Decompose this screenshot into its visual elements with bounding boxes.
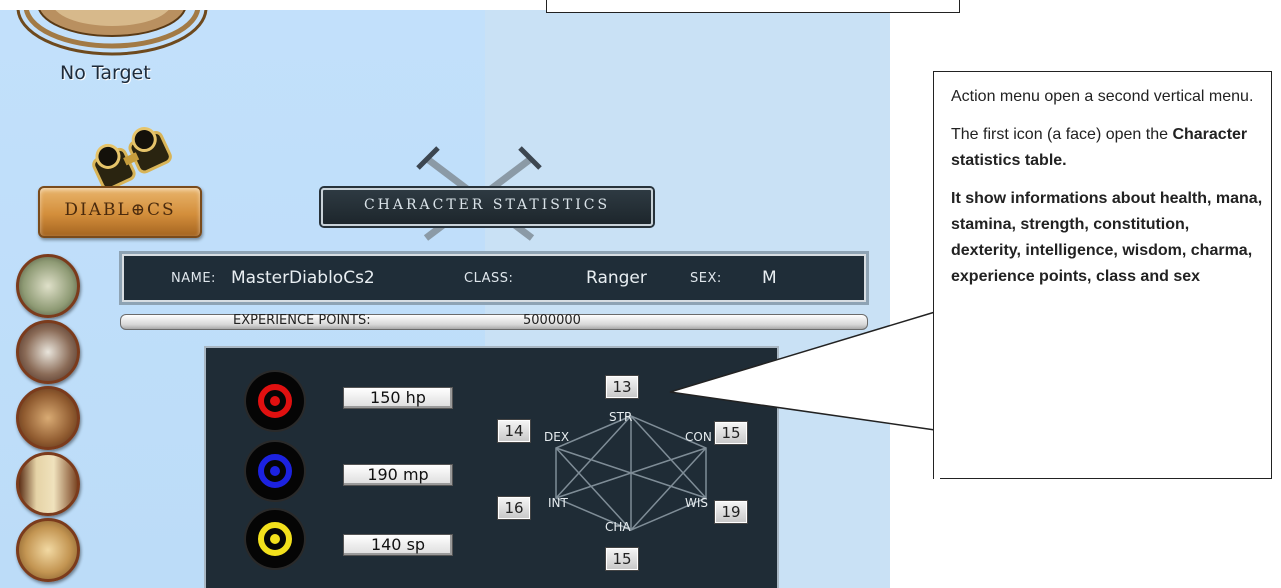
- name-label: NAME:: [171, 271, 216, 286]
- mana-value-box: 190 mp: [343, 464, 453, 486]
- stamina-orb-icon: [246, 510, 304, 568]
- callout-paragraph-3: It show informations about health, mana,…: [951, 190, 1263, 285]
- dragon-icon[interactable]: [16, 320, 80, 384]
- game-viewport: No Target DIABL⊕CS CHARACTER STATISTICS …: [0, 10, 890, 588]
- callout-paragraph-2-text: The first icon (a face) open the: [951, 126, 1173, 143]
- target-status-text: No Target: [60, 62, 151, 84]
- cha-value-box: 15: [606, 548, 638, 570]
- int-value: 16: [504, 499, 524, 517]
- int-value-box: 16: [498, 497, 530, 519]
- health-value: 150 hp: [370, 388, 426, 407]
- compass-ornament-icon[interactable]: [0, 10, 220, 60]
- cha-value: 15: [612, 550, 632, 568]
- character-class: Ranger: [586, 268, 647, 288]
- callout-text: Action menu open a second vertical menu.…: [951, 84, 1263, 290]
- stamina-value-box: 140 sp: [343, 534, 453, 556]
- str-value-box: 13: [606, 376, 638, 398]
- character-info-bar: NAME: MasterDiabloCs2 CLASS: Ranger SEX:…: [122, 254, 866, 302]
- experience-label: EXPERIENCE POINTS:: [233, 313, 371, 328]
- wis-label: WIS: [685, 496, 709, 510]
- dex-value: 14: [504, 422, 524, 440]
- top-annotation-box: [546, 0, 960, 13]
- compass-icon[interactable]: [16, 518, 80, 582]
- cha-label: CHA: [605, 520, 631, 534]
- stamina-value: 140 sp: [370, 535, 426, 554]
- callout-pointer: [669, 311, 936, 431]
- health-value-box: 150 hp: [343, 387, 453, 409]
- face-icon[interactable]: [16, 254, 80, 318]
- dex-label: DEX: [544, 430, 570, 444]
- callout-paragraph-2: The first icon (a face) open the Charact…: [951, 122, 1263, 174]
- diablocs-logo[interactable]: DIABL⊕CS: [38, 186, 202, 238]
- wis-value-box: 19: [715, 501, 747, 523]
- mana-value: 190 mp: [367, 465, 429, 484]
- character-name: MasterDiabloCs2: [231, 268, 375, 288]
- str-value: 13: [612, 378, 632, 396]
- health-orb-icon: [246, 372, 304, 430]
- wis-value: 19: [721, 503, 741, 521]
- dex-value-box: 14: [498, 420, 530, 442]
- mana-orb-icon: [246, 442, 304, 500]
- int-label: INT: [548, 496, 568, 510]
- experience-value: 5000000: [523, 313, 581, 328]
- str-label: STR: [609, 410, 633, 424]
- character-statistics-title: CHARACTER STATISTICS: [321, 188, 653, 226]
- panel-title: CHARACTER STATISTICS: [363, 197, 611, 213]
- binoculars-icon: [92, 127, 172, 190]
- logo-text: DIABL⊕CS: [64, 200, 176, 220]
- sex-label: SEX:: [690, 271, 722, 286]
- bag-icon[interactable]: [16, 386, 80, 450]
- scroll-icon[interactable]: [16, 452, 80, 516]
- annotation-callout: Action menu open a second vertical menu.…: [933, 71, 1272, 480]
- class-label: CLASS:: [464, 271, 514, 286]
- callout-paragraph-1: Action menu open a second vertical menu.: [951, 88, 1254, 105]
- character-sex: M: [762, 268, 777, 288]
